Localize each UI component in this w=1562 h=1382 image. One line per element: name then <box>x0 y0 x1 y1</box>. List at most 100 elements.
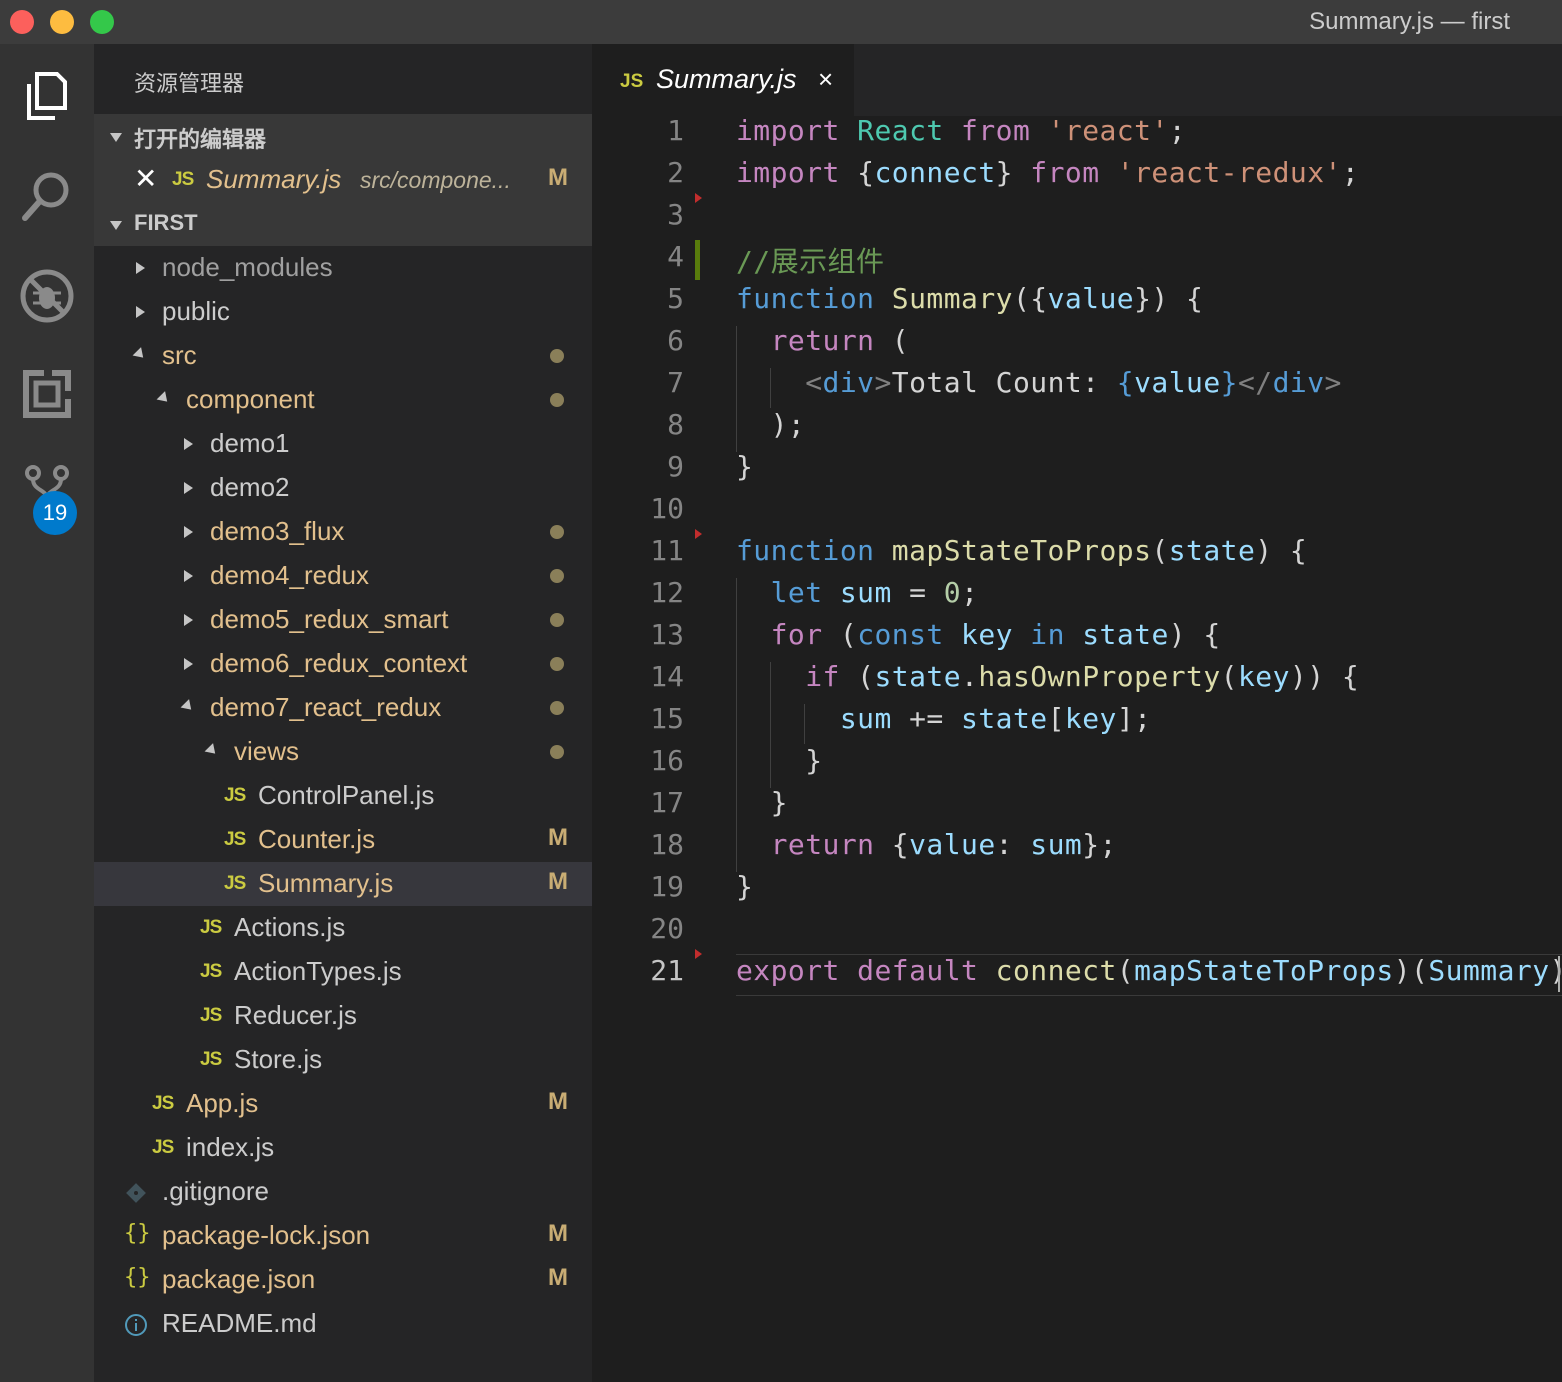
tree-label: node_modules <box>162 252 333 282</box>
tree-file-counter[interactable]: JS Counter.js M <box>94 818 592 862</box>
code-line[interactable]: import React from 'react'; <box>736 114 1186 147</box>
extensions-icon[interactable] <box>13 360 81 428</box>
code-line[interactable]: } <box>736 786 788 819</box>
minimize-window-button[interactable] <box>50 10 74 34</box>
search-icon[interactable] <box>13 162 81 230</box>
tab-summary-js[interactable]: JS Summary.js × <box>592 44 854 116</box>
collapse-icon <box>204 743 220 758</box>
code-line[interactable]: //展示组件 <box>736 240 884 280</box>
js-file-icon: JS <box>200 961 222 982</box>
tree-label: demo2 <box>210 472 290 502</box>
close-tab-icon[interactable]: × <box>818 64 833 95</box>
text-cursor <box>1558 956 1560 992</box>
git-deleted-marker <box>695 949 702 959</box>
open-editor-filename: Summary.js <box>206 164 342 194</box>
explorer-icon[interactable] <box>13 62 81 130</box>
tree-label: public <box>162 296 230 326</box>
code-line[interactable]: <div>Total Count: {value}</div> <box>736 366 1342 399</box>
line-number: 13 <box>650 618 684 651</box>
tree-file-actiontypes[interactable]: JS ActionTypes.js <box>94 950 592 994</box>
code-editor[interactable]: 1 2 3 4 5 6 7 8 9 10 11 12 13 14 15 16 17 18 19 20 21 import… <box>592 114 1562 1382</box>
js-file-icon: JS <box>172 169 194 190</box>
js-file-icon: JS <box>200 1049 222 1070</box>
code-line[interactable]: } <box>736 870 753 903</box>
line-number: 1 <box>667 114 684 147</box>
tree-file-package[interactable]: {} package.json M <box>94 1258 592 1302</box>
open-editor-item[interactable]: ✕ JS Summary.js src/compone... M <box>94 158 592 202</box>
close-editor-icon[interactable]: ✕ <box>134 162 157 195</box>
git-added-marker <box>695 240 700 280</box>
code-line[interactable]: export default connect(mapStateToProps)(… <box>736 954 1562 987</box>
tree-folder-demo3[interactable]: demo3_flux <box>94 510 592 554</box>
tab-label: Summary.js <box>656 64 797 94</box>
tree-folder-node-modules[interactable]: node_modules <box>94 246 592 290</box>
tree-folder-demo1[interactable]: demo1 <box>94 422 592 466</box>
tree-file-store[interactable]: JS Store.js <box>94 1038 592 1082</box>
tree-label: demo7_react_redux <box>210 692 442 722</box>
zoom-window-button[interactable] <box>90 10 114 34</box>
code-line[interactable]: import {connect} from 'react-redux'; <box>736 156 1359 189</box>
code-line[interactable]: function Summary({value}) { <box>736 282 1203 315</box>
code-line[interactable]: } <box>736 450 753 483</box>
tree-label: demo3_flux <box>210 516 345 546</box>
window-title: Summary.js — first <box>1309 8 1510 35</box>
close-window-button[interactable] <box>10 10 34 34</box>
code-line[interactable]: for (const key in state) { <box>736 618 1221 651</box>
project-section[interactable]: FIRST <box>94 202 592 246</box>
tree-label: demo6_redux_context <box>210 648 468 678</box>
code-line[interactable]: return {value: sum}; <box>736 828 1117 861</box>
tree-file-summary[interactable]: JS Summary.js M <box>94 862 592 906</box>
code-line[interactable]: } <box>736 744 823 777</box>
collapse-icon <box>180 699 196 714</box>
line-number: 20 <box>650 912 684 945</box>
modified-dot <box>550 657 564 671</box>
tree-label: ControlPanel.js <box>258 780 435 810</box>
tree-file-gitignore[interactable]: .gitignore <box>94 1170 592 1214</box>
tree-folder-demo7[interactable]: demo7_react_redux <box>94 686 592 730</box>
expand-icon <box>184 438 193 450</box>
code-line[interactable]: let sum = 0; <box>736 576 978 609</box>
tree-file-readme[interactable]: README.md <box>94 1302 592 1346</box>
js-file-icon: JS <box>620 71 644 92</box>
line-number: 16 <box>650 744 684 777</box>
tree-folder-component[interactable]: component <box>94 378 592 422</box>
code-line[interactable]: ); <box>736 408 805 441</box>
js-file-icon: JS <box>200 1005 222 1026</box>
tree-folder-demo2[interactable]: demo2 <box>94 466 592 510</box>
line-number: 4 <box>667 240 684 273</box>
line-number: 9 <box>667 450 684 483</box>
modified-badge: M <box>548 1264 568 1291</box>
code-line[interactable]: if (state.hasOwnProperty(key)) { <box>736 660 1359 693</box>
collapse-icon <box>110 133 122 142</box>
modified-dot <box>550 349 564 363</box>
modified-badge: M <box>548 868 568 895</box>
tree-folder-demo6[interactable]: demo6_redux_context <box>94 642 592 686</box>
source-control-badge: 19 <box>33 491 77 535</box>
line-number: 11 <box>650 534 684 567</box>
tree-file-app[interactable]: JS App.js M <box>94 1082 592 1126</box>
tree-folder-src[interactable]: src <box>94 334 592 378</box>
tree-file-actions[interactable]: JS Actions.js <box>94 906 592 950</box>
tree-file-controlpanel[interactable]: JS ControlPanel.js <box>94 774 592 818</box>
tree-file-package-lock[interactable]: {} package-lock.json M <box>94 1214 592 1258</box>
tree-label: Store.js <box>234 1044 323 1074</box>
json-file-icon: {} <box>124 1221 151 1246</box>
line-number: 18 <box>650 828 684 861</box>
activity-bar: 19 <box>0 44 94 1382</box>
json-file-icon: {} <box>124 1265 151 1290</box>
git-file-icon <box>126 1183 146 1203</box>
tree-folder-views[interactable]: views <box>94 730 592 774</box>
code-line[interactable]: return ( <box>736 324 909 357</box>
tree-folder-public[interactable]: public <box>94 290 592 334</box>
code-line[interactable]: function mapStateToProps(state) { <box>736 534 1307 567</box>
tree-folder-demo4[interactable]: demo4_redux <box>94 554 592 598</box>
tree-file-reducer[interactable]: JS Reducer.js <box>94 994 592 1038</box>
js-file-icon: JS <box>152 1137 174 1158</box>
tree-file-index[interactable]: JS index.js <box>94 1126 592 1170</box>
open-editors-section[interactable]: 打开的编辑器 <box>94 114 592 158</box>
code-line[interactable]: sum += state[key]; <box>736 702 1151 735</box>
tree-folder-demo5[interactable]: demo5_redux_smart <box>94 598 592 642</box>
modified-dot <box>550 701 564 715</box>
tree-label: Reducer.js <box>234 1000 357 1030</box>
debug-icon[interactable] <box>13 262 81 330</box>
